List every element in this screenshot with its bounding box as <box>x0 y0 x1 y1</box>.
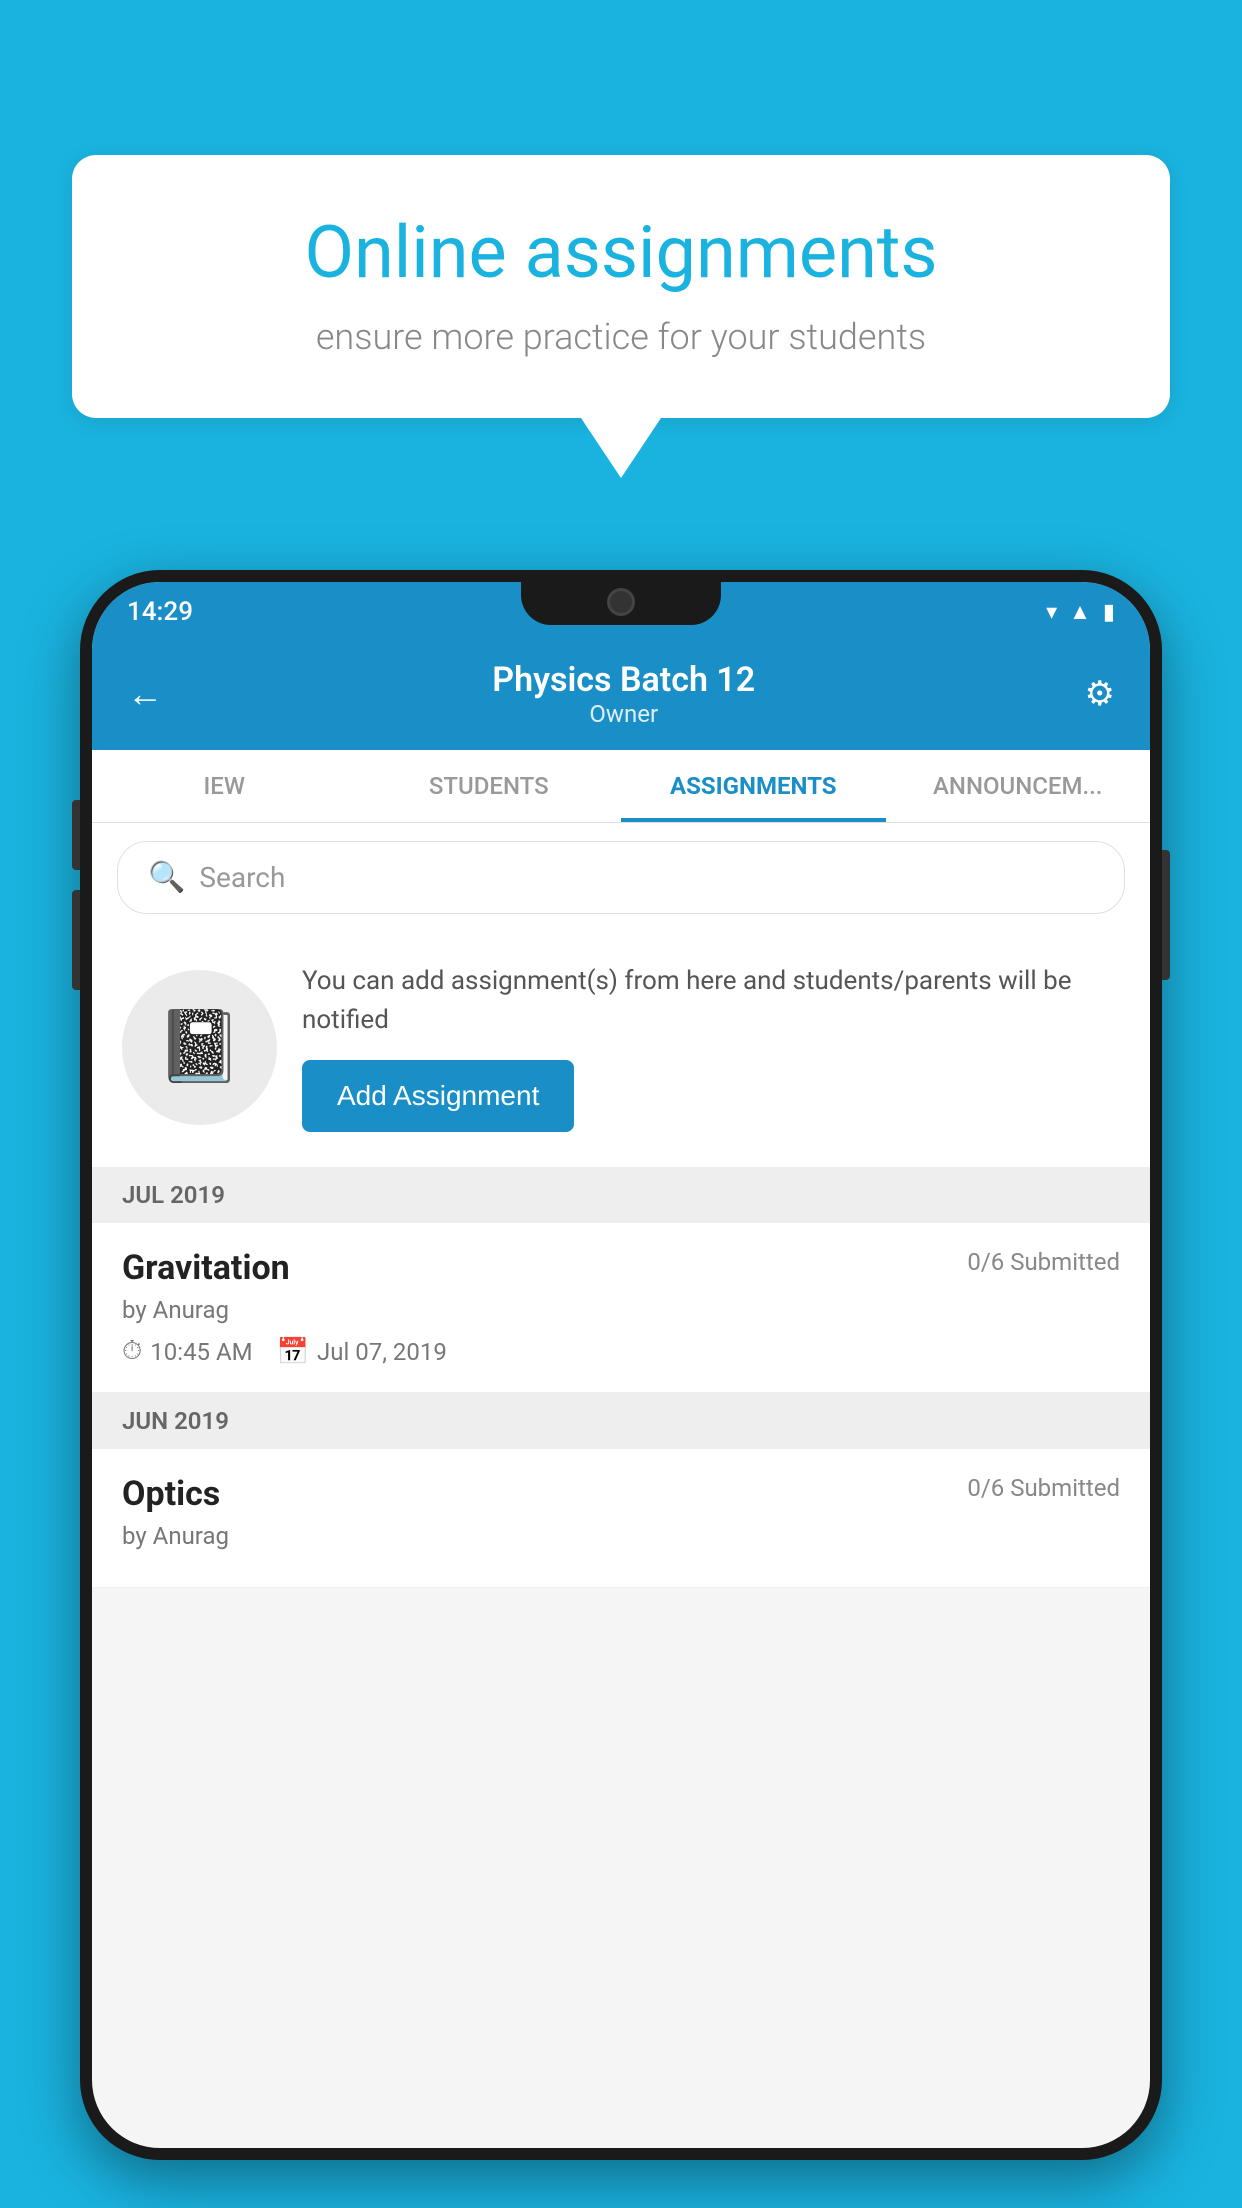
app-header: ← Physics Batch 12 Owner ⚙ <box>92 642 1150 750</box>
calendar-icon: 📅 <box>277 1337 309 1367</box>
optics-item-top: Optics 0/6 Submitted <box>122 1474 1120 1514</box>
optics-name: Optics <box>122 1474 220 1514</box>
signal-icon: ▲ <box>1069 599 1091 625</box>
battery-icon: ▮ <box>1103 600 1115 625</box>
speech-bubble-container: Online assignments ensure more practice … <box>72 155 1170 478</box>
assignment-submitted: 0/6 Submitted <box>967 1248 1120 1276</box>
power-button <box>1162 850 1170 980</box>
back-button[interactable]: ← <box>127 673 163 715</box>
tab-students[interactable]: STUDENTS <box>357 750 622 822</box>
assignment-author: by Anurag <box>122 1296 1120 1324</box>
assignment-meta: ⏱ 10:45 AM 📅 Jul 07, 2019 <box>122 1336 1120 1367</box>
volume-up-button <box>72 800 80 870</box>
optics-submitted: 0/6 Submitted <box>967 1474 1120 1502</box>
clock-icon: ⏱ <box>122 1336 142 1367</box>
status-time: 14:29 <box>127 597 193 627</box>
settings-icon[interactable]: ⚙ <box>1085 674 1115 714</box>
info-card-content: You can add assignment(s) from here and … <box>302 962 1120 1132</box>
assignment-item-top: Gravitation 0/6 Submitted <box>122 1248 1120 1288</box>
notebook-icon: 📓 <box>156 1006 243 1088</box>
search-container: 🔍 Search <box>92 823 1150 932</box>
tab-assignments[interactable]: ASSIGNMENTS <box>621 750 886 822</box>
meta-date: 📅 Jul 07, 2019 <box>277 1337 447 1367</box>
batch-title: Physics Batch 12 <box>492 660 755 700</box>
optics-author: by Anurag <box>122 1522 1120 1550</box>
volume-down-button <box>72 890 80 990</box>
tabs-bar: IEW STUDENTS ASSIGNMENTS ANNOUNCEM... <box>92 750 1150 823</box>
speech-bubble-card: Online assignments ensure more practice … <box>72 155 1170 418</box>
phone-frame: 14:29 ▾ ▲ ▮ ← Physics Batch 12 Owner ⚙ I… <box>80 570 1162 2160</box>
tab-announcements[interactable]: ANNOUNCEM... <box>886 750 1151 822</box>
phone-container: 14:29 ▾ ▲ ▮ ← Physics Batch 12 Owner ⚙ I… <box>80 570 1162 2208</box>
info-card: 📓 You can add assignment(s) from here an… <box>92 932 1150 1167</box>
assignment-time: 10:45 AM <box>150 1338 252 1366</box>
status-icons: ▾ ▲ ▮ <box>1046 599 1115 625</box>
section-header-jun: JUN 2019 <box>92 1393 1150 1449</box>
assignment-icon-circle: 📓 <box>122 970 277 1125</box>
front-camera <box>607 588 635 616</box>
info-card-text: You can add assignment(s) from here and … <box>302 962 1120 1040</box>
add-assignment-button[interactable]: Add Assignment <box>302 1060 574 1132</box>
assignment-item-gravitation[interactable]: Gravitation 0/6 Submitted by Anurag ⏱ 10… <box>92 1223 1150 1393</box>
phone-screen: 14:29 ▾ ▲ ▮ ← Physics Batch 12 Owner ⚙ I… <box>92 582 1150 2148</box>
speech-bubble-tail <box>581 418 661 478</box>
assignment-item-optics[interactable]: Optics 0/6 Submitted by Anurag <box>92 1449 1150 1588</box>
phone-notch <box>521 570 721 625</box>
speech-bubble-title: Online assignments <box>132 210 1110 296</box>
assignment-date: Jul 07, 2019 <box>317 1338 447 1366</box>
speech-bubble-subtitle: ensure more practice for your students <box>132 316 1110 358</box>
owner-label: Owner <box>492 700 755 728</box>
search-bar[interactable]: 🔍 Search <box>117 841 1125 914</box>
search-icon: 🔍 <box>148 860 185 895</box>
meta-time: ⏱ 10:45 AM <box>122 1336 253 1367</box>
tab-iew[interactable]: IEW <box>92 750 357 822</box>
wifi-icon: ▾ <box>1046 600 1057 625</box>
assignment-name: Gravitation <box>122 1248 290 1288</box>
search-placeholder: Search <box>199 861 285 894</box>
header-title-group: Physics Batch 12 Owner <box>492 660 755 728</box>
section-header-jul: JUL 2019 <box>92 1167 1150 1223</box>
